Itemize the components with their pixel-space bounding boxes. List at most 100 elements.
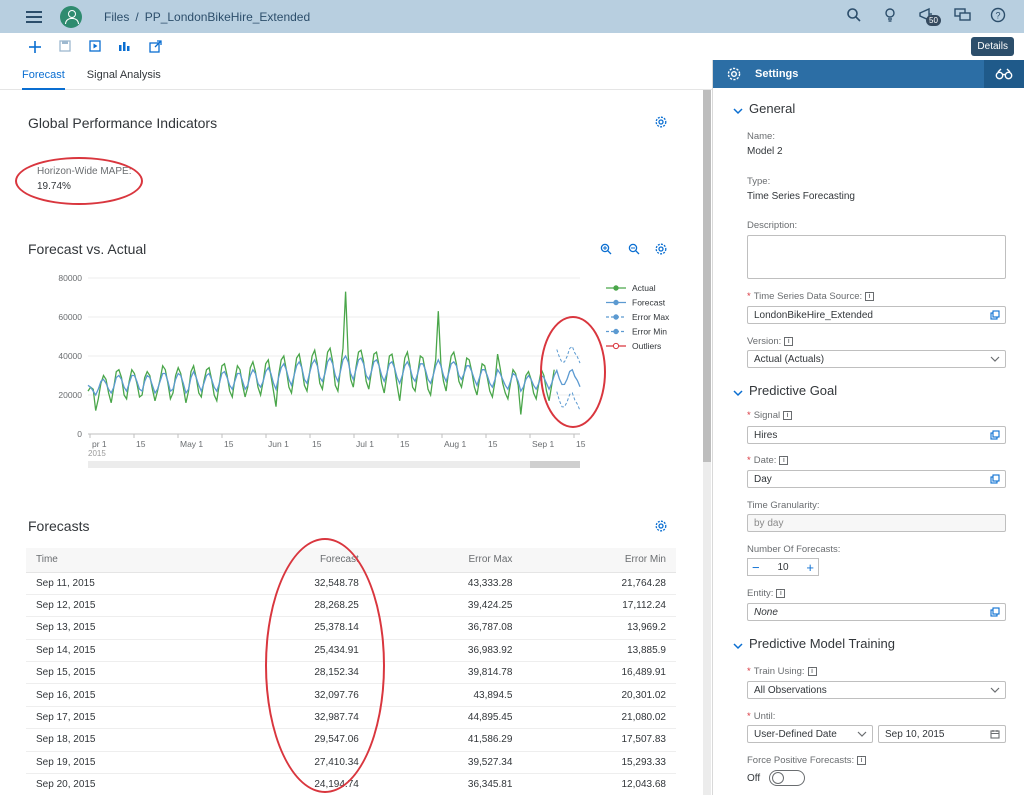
cell-error-max: 39,814.78 [368,661,523,685]
notifications-icon[interactable]: 50 [918,7,941,26]
signal-field[interactable]: Hires [747,426,1006,444]
chevron-down-icon [733,639,743,649]
export-icon[interactable] [148,39,162,54]
gpi-title: Global Performance Indicators [28,115,218,131]
discussions-icon[interactable] [954,7,971,23]
train-using-value: All Observations [754,684,827,696]
apply-model-icon[interactable] [118,40,132,54]
version-label-text: Version: [747,336,782,347]
settings-title: Settings [755,68,799,80]
date-value: Day [754,473,772,485]
y-tick-label: 80000 [58,273,82,283]
until-date-value: Sep 10, 2015 [885,728,945,740]
cell-time: Sep 15, 2015 [26,661,216,685]
entity-field[interactable]: None [747,603,1006,621]
forecasts-settings-icon[interactable] [655,520,667,532]
gpi-settings-icon[interactable] [655,116,667,128]
chart-settings-icon[interactable] [655,243,667,255]
forecasts-title: Forecasts [28,518,90,534]
help-icon[interactable]: ? [990,7,1006,23]
cell-error-min: 17,507.83 [522,728,676,752]
details-button[interactable]: Details [971,37,1014,56]
legend-label: Error Max [632,312,670,322]
section-general[interactable]: General [733,101,795,116]
info-icon[interactable]: i [857,756,867,765]
decrement-icon[interactable]: − [752,560,760,575]
date-label-text: Date: [753,455,777,466]
value-help-icon[interactable] [990,430,1000,440]
search-icon[interactable] [846,7,862,23]
value-help-icon[interactable] [990,310,1000,320]
info-icon[interactable]: i [776,589,786,598]
cell-error-min: 13,969.2 [522,616,676,640]
data-source-label-text: Time Series Data Source: [753,291,863,302]
increment-icon[interactable]: + [806,560,814,575]
tab-forecast[interactable]: Forecast [22,60,65,90]
breadcrumb-file: PP_LondonBikeHire_Extended [144,9,311,24]
until-date-input[interactable]: Sep 10, 2015 [878,725,1006,743]
section-model-training-label: Predictive Model Training [749,636,895,651]
info-icon[interactable]: i [779,456,789,465]
until-mode-select[interactable]: User-Defined Date [747,725,873,743]
cell-error-min: 15,293.33 [522,751,676,775]
date-field[interactable]: Day [747,470,1006,488]
info-icon[interactable]: i [783,411,793,420]
nforecasts-value: 10 [777,561,789,573]
binoculars-icon[interactable] [984,60,1024,88]
value-help-icon[interactable] [990,607,1000,617]
zoom-in-icon[interactable] [600,243,612,255]
col-error-max[interactable]: Error Max [368,548,523,573]
cell-error-max: 44,895.45 [368,706,523,730]
cell-error-max: 43,333.28 [368,572,523,595]
main-scrollbar[interactable] [703,90,711,795]
calendar-icon[interactable] [990,729,1000,739]
nforecasts-label: Number Of Forecasts: [747,544,841,555]
avatar[interactable] [60,5,82,28]
chart-range-track [88,461,580,468]
section-model-training[interactable]: Predictive Model Training [733,636,895,651]
x-tick-label: Sep 1 [532,439,554,449]
breadcrumb-files[interactable]: Files [104,10,129,24]
nforecasts-stepper[interactable]: − 10 + [747,558,819,576]
notifications-badge: 50 [926,15,941,26]
granularity-field: by day [747,514,1006,532]
train-using-select[interactable]: All Observations [747,681,1006,699]
main-content: Global Performance Indicators Horizon-Wi… [0,90,700,795]
cell-error-max: 39,424.25 [368,594,523,618]
y-tick-label: 20000 [58,390,82,400]
train-icon[interactable] [88,39,102,54]
col-time[interactable]: Time [26,548,216,573]
info-icon[interactable]: i [865,292,875,301]
legend-label: Outliers [632,341,661,351]
lightbulb-icon[interactable] [882,7,898,23]
add-icon[interactable] [28,40,42,54]
section-predictive-goal[interactable]: Predictive Goal [733,383,837,398]
highlight-ellipse-forecast-column [265,538,385,793]
info-icon[interactable]: i [784,337,794,346]
force-positive-switch[interactable] [769,770,805,786]
cell-error-max: 39,527.34 [368,751,523,775]
data-source-value: LondonBikeHire_Extended [754,309,873,321]
chevron-down-icon [733,104,743,114]
menu-icon[interactable] [26,10,42,23]
force-positive-label: Force Positive Forecasts: i [747,755,867,766]
zoom-out-icon[interactable] [628,243,640,255]
info-icon[interactable]: i [807,667,817,676]
shell-bar: Files / PP_LondonBikeHire_Extended 50 ? [0,0,1024,33]
version-select[interactable]: Actual (Actuals) [747,350,1006,368]
cell-time: Sep 19, 2015 [26,751,216,775]
cell-error-max: 36,345.81 [368,773,523,795]
cell-error-min: 12,043.68 [522,773,676,795]
legend-marker [613,285,619,291]
data-source-label: * Time Series Data Source: i [747,291,875,302]
value-help-icon[interactable] [990,474,1000,484]
col-error-min[interactable]: Error Min [522,548,676,573]
tab-signal-analysis[interactable]: Signal Analysis [87,60,161,90]
until-label-text: Until: [753,711,776,722]
save-icon[interactable] [58,39,72,54]
y-tick-label: 40000 [58,351,82,361]
description-input[interactable] [747,235,1006,279]
cell-time: Sep 17, 2015 [26,706,216,730]
cell-time: Sep 18, 2015 [26,728,216,752]
data-source-field[interactable]: LondonBikeHire_Extended [747,306,1006,324]
